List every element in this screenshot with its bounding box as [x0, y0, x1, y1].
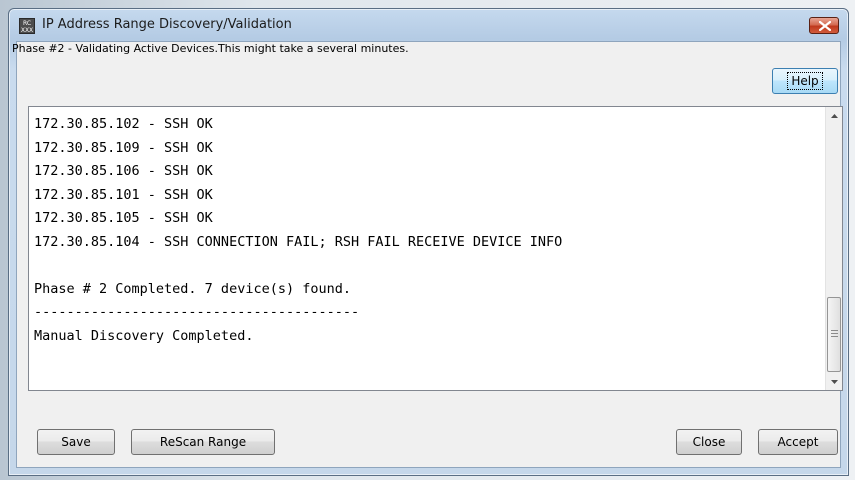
- close-button[interactable]: Close: [676, 429, 742, 455]
- thumb-grip-line: [831, 336, 838, 337]
- log-line: 172.30.85.101 - SSH OK: [34, 186, 213, 203]
- rescan-button-label: ReScan Range: [159, 435, 247, 449]
- log-line: Manual Discovery Completed.: [34, 327, 254, 344]
- log-scrollbar[interactable]: [825, 107, 842, 390]
- scroll-down-arrow-icon[interactable]: [826, 373, 842, 390]
- log-line: 172.30.85.105 - SSH OK: [34, 210, 213, 226]
- scroll-up-arrow-icon[interactable]: [826, 107, 842, 124]
- log-lines: 172.30.85.102 - SSH OK 172.30.85.109 - SS…: [34, 113, 819, 348]
- window-title: IP Address Range Discovery/Validation: [42, 17, 292, 32]
- accept-button[interactable]: Accept: [758, 429, 838, 455]
- help-button[interactable]: Help: [772, 68, 838, 94]
- thumb-grip-icon: [831, 330, 838, 331]
- log-line: 172.30.85.109 - SSH OK: [34, 139, 213, 156]
- log-line: 172.30.85.106 - SSH OK: [34, 163, 213, 179]
- close-button-label: Close: [692, 435, 726, 449]
- phase-status-text: Phase #2 - Validating Active Devices.Thi…: [12, 42, 409, 55]
- thumb-grip-line: [831, 333, 838, 334]
- save-button-label: Save: [61, 435, 91, 449]
- scroll-thumb[interactable]: [827, 297, 841, 372]
- save-button[interactable]: Save: [37, 429, 115, 455]
- help-button-label: Help: [787, 72, 823, 90]
- app-icon: RC XXX: [19, 18, 35, 34]
- log-line: Phase # 2 Completed. 7 device(s) found.: [34, 280, 351, 297]
- rescan-range-button[interactable]: ReScan Range: [131, 429, 275, 455]
- close-window-button[interactable]: [809, 17, 839, 34]
- accept-button-label: Accept: [777, 435, 819, 449]
- close-x-icon: [819, 21, 831, 31]
- log-line: 172.30.85.104 - SSH CONNECTION FAIL; RSH…: [34, 233, 563, 250]
- log-line: 172.30.85.102 - SSH OK: [34, 116, 213, 132]
- log-line: ----------------------------------------: [34, 304, 360, 320]
- title-bar[interactable]: RC XXX IP Address Range Discovery/Valida…: [9, 9, 848, 41]
- discovery-log-textarea[interactable]: 172.30.85.102 - SSH OK 172.30.85.109 - SS…: [28, 106, 843, 391]
